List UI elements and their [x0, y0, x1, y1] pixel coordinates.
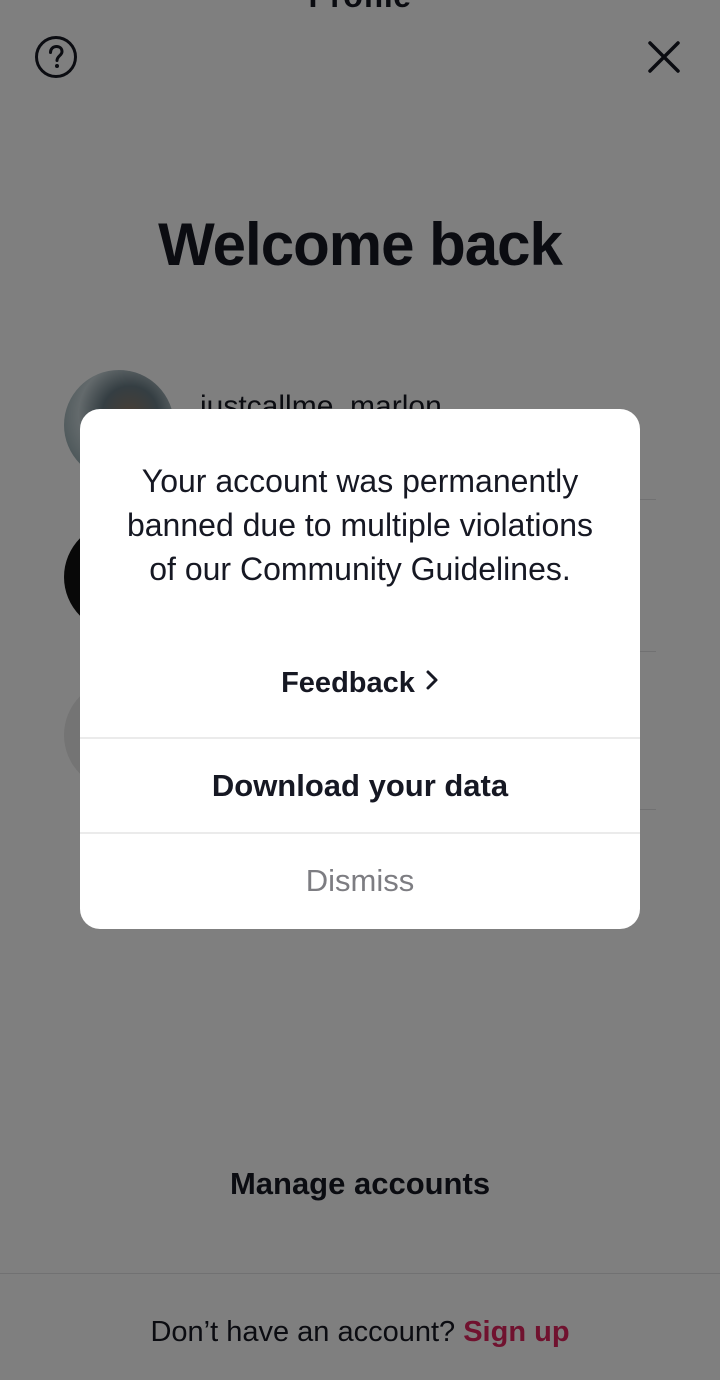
dismiss-button[interactable]: Dismiss — [80, 834, 640, 928]
download-data-button[interactable]: Download your data — [80, 739, 640, 833]
ban-message: Your account was permanently banned due … — [126, 463, 594, 587]
ban-dialog: Your account was permanently banned due … — [80, 409, 640, 929]
feedback-label: Feedback — [281, 667, 415, 699]
feedback-link[interactable]: Feedback — [80, 667, 640, 700]
chevron-right-icon — [425, 666, 439, 699]
